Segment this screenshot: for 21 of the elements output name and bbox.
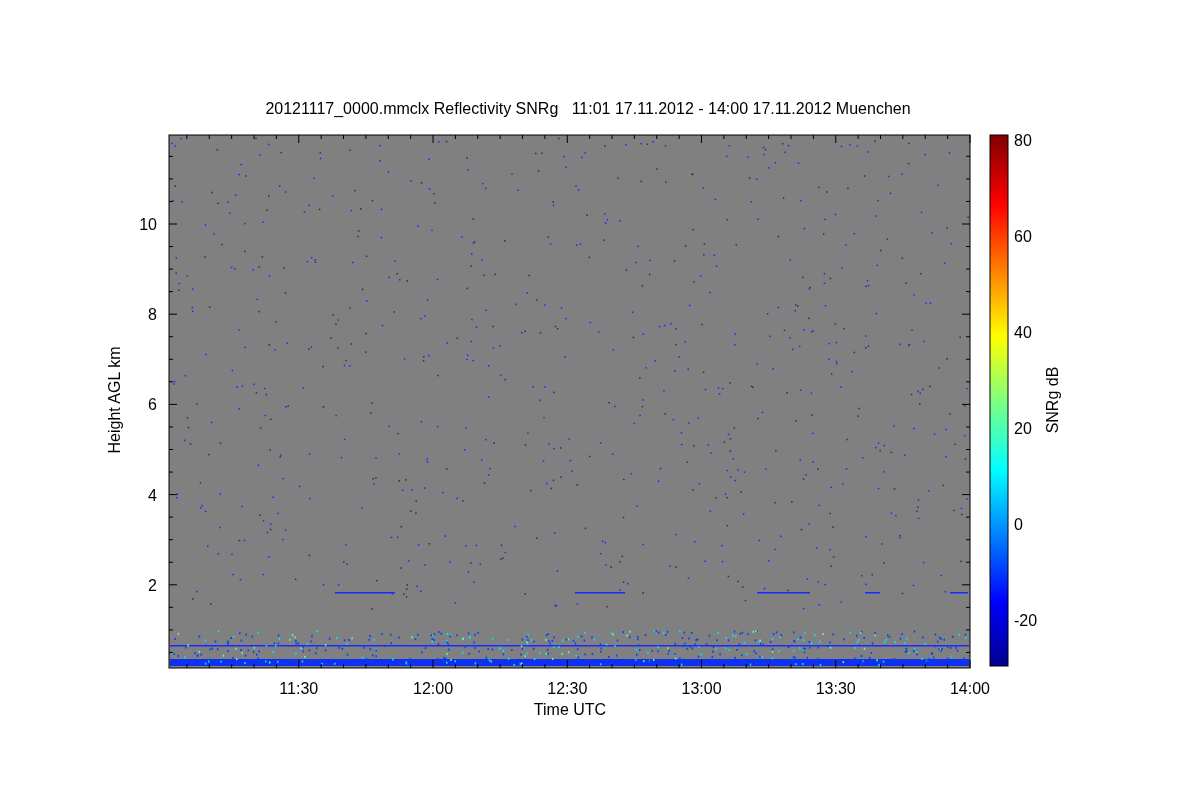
x-tick-label: 12:00 <box>413 680 454 697</box>
colorbar-label: SNRg dB <box>1044 366 1061 434</box>
colorbar-tick-label: 0 <box>1014 516 1023 533</box>
x-tick-label: 14:00 <box>950 680 990 697</box>
colorbar-tick-label: 60 <box>1014 228 1032 245</box>
y-axis-label: Height AGL km <box>106 346 123 454</box>
y-tick-label: 4 <box>148 486 157 504</box>
y-tick-label: 8 <box>148 306 157 324</box>
colorbar-tick-label: 20 <box>1014 420 1032 437</box>
colorbar-tick-label: 40 <box>1014 324 1032 341</box>
x-tick-label: 13:30 <box>815 680 856 697</box>
colorbar-tick-label: -20 <box>1014 612 1038 629</box>
x-tick-label: 11:30 <box>279 680 319 697</box>
x-tick-label: 12:30 <box>547 680 588 697</box>
colorbar-tick-label: 80 <box>1014 132 1032 149</box>
y-tick-label: 2 <box>148 576 157 594</box>
x-axis-label: Time UTC <box>533 701 607 718</box>
y-tick-label: 10 <box>139 216 157 233</box>
x-tick-label: 13:00 <box>681 680 722 697</box>
y-tick-label: 6 <box>148 396 157 414</box>
chart-title: 20121117_0000.mmclx Reflectivity SNRg 11:01 17.11.2012 - 14:00 17.11.2012 Muenchen <box>265 100 911 117</box>
